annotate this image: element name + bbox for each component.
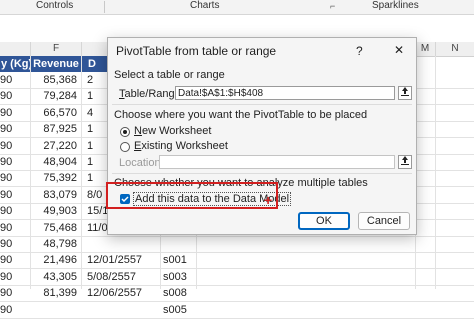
table-cell-date[interactable]: 5/08/2557 [87,269,157,285]
grid-line [81,56,82,289]
table-cell-id[interactable]: s003 [163,269,195,285]
table-cell-revenue[interactable] [31,302,77,318]
column-header-n[interactable]: N [436,42,474,56]
close-icon[interactable]: ✕ [394,43,404,57]
grid-line [196,233,197,289]
table-cell-revenue[interactable]: 87,925 [31,121,77,137]
ribbon-group-sparklines[interactable]: Sparklines [372,0,419,11]
table-cell-date[interactable] [87,302,157,318]
ribbon-dialog-launcher-icon[interactable]: ⌐ [330,1,335,11]
ribbon-separator [104,1,105,13]
table-cell-weight[interactable]: 90 [0,88,29,104]
table-cell-weight[interactable]: 90 [0,203,29,219]
ribbon-bar: Controls Charts ⌐ Sparklines [0,0,474,15]
table-cell-weight[interactable]: 90 [0,285,29,301]
location-label: Location: [119,157,164,169]
table-cell-weight[interactable]: 90 [0,72,29,88]
table-cell-id[interactable]: s001 [163,252,195,268]
ok-button[interactable]: OK [298,212,350,230]
existing-worksheet-label: Existing Worksheet [134,140,228,152]
table-cell-id[interactable]: s005 [163,302,195,318]
table-cell-revenue[interactable]: 79,284 [31,88,77,104]
column-header-f[interactable]: F [31,42,82,56]
table-cell-weight[interactable]: 90 [0,105,29,121]
table-cell-revenue[interactable]: 81,399 [31,285,77,301]
cursor-plus-icon: + [264,192,273,208]
column-header-m[interactable]: M [415,42,436,56]
grid-line [435,56,436,289]
table-cell-revenue[interactable]: 48,798 [31,236,77,252]
new-worksheet-label: New Worksheet [134,125,212,137]
table-range-input[interactable]: Data!$A$1:$H$408 [175,86,395,100]
ribbon-group-charts[interactable]: Charts [190,0,219,11]
dialog-title: PivotTable from table or range [116,44,277,58]
section-divider [112,173,412,174]
table-cell-revenue[interactable]: 27,220 [31,138,77,154]
section-divider [112,104,412,105]
section-placement: Choose where you want the PivotTable to … [114,109,368,121]
table-cell-revenue[interactable]: 75,392 [31,170,77,186]
table-cell-weight[interactable]: 90 [0,170,29,186]
location-picker-icon[interactable] [398,155,412,169]
table-cell-weight[interactable]: 90 [0,220,29,236]
location-input[interactable] [159,155,395,169]
table-cell-date[interactable]: 12/01/2557 [87,252,157,268]
header-cell-revenue[interactable]: Revenue [31,56,81,72]
existing-worksheet-radio[interactable] [120,142,130,152]
new-worksheet-radio[interactable] [120,127,130,137]
table-cell-revenue[interactable]: 85,368 [31,72,77,88]
section-select-range: Select a table or range [114,69,225,81]
table-cell-weight[interactable]: 90 [0,252,29,268]
grid-line [160,233,161,289]
range-picker-icon[interactable] [398,86,412,100]
cancel-button[interactable]: Cancel [358,212,410,230]
column-header-e[interactable] [0,42,31,56]
table-cell-date[interactable] [87,236,157,252]
table-cell-date[interactable]: 12/06/2557 [87,285,157,301]
help-button[interactable]: ? [356,44,363,58]
table-cell-weight[interactable]: 90 [0,187,29,203]
table-cell-revenue[interactable]: 83,079 [31,187,77,203]
header-cell-weight[interactable]: y (Kg) [0,56,31,72]
table-cell-revenue[interactable]: 66,570 [31,105,77,121]
ribbon-group-controls[interactable]: Controls [36,0,73,11]
table-cell-revenue[interactable]: 21,496 [31,252,77,268]
table-cell-revenue[interactable]: 75,468 [31,220,77,236]
table-cell-revenue[interactable]: 43,305 [31,269,77,285]
table-cell-revenue[interactable]: 49,903 [31,203,77,219]
table-cell-weight[interactable]: 90 [0,121,29,137]
table-cell-weight[interactable]: 90 [0,236,29,252]
table-cell-weight[interactable]: 90 [0,154,29,170]
table-cell-revenue[interactable]: 48,904 [31,154,77,170]
table-cell-weight[interactable]: 90 [0,269,29,285]
table-cell-weight[interactable]: 90 [0,138,29,154]
table-cell-id[interactable]: s008 [163,285,195,301]
table-cell-weight[interactable]: 90 [0,302,29,318]
highlight-box [106,182,278,209]
